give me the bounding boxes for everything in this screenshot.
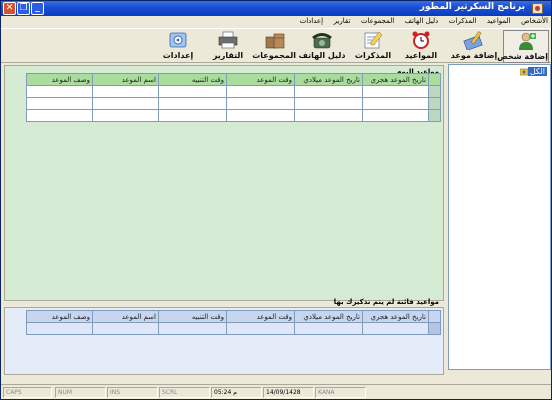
status-scrl: SCRL [159,387,210,398]
column-header-gregorian-date[interactable]: تاريخ الموعد ميلادي [294,73,363,86]
add-appointment-button[interactable]: إضافة موعد [448,30,500,63]
menu-reports[interactable]: تقارير [330,16,355,26]
groups-tree[interactable]: الكل [448,64,551,370]
reports-button[interactable]: التقارير [206,30,250,63]
menu-people[interactable]: الأشخاص [517,16,551,26]
column-header-appointment-time[interactable]: وقت الموعد [226,73,295,86]
settings-label: إعدادات [162,51,194,60]
table-header-row: تاريخ الموعد هجري تاريخ الموعد ميلادي وق… [26,310,441,323]
column-header-alert-time[interactable]: وقت التنبيه [158,310,227,323]
phone-book-label: دليل الهاتف [298,51,346,60]
menu-settings[interactable]: إعدادات [296,16,327,26]
app-window: ✕ ❐ _ برنامج السكرتير المطور الأشخاص الم… [0,0,552,400]
menu-bar: الأشخاص المواعيد المذكرات دليل الهاتف ال… [1,16,551,28]
table-header-row: تاريخ الموعد هجري تاريخ الموعد ميلادي وق… [26,73,441,86]
main-panel: مواعيد اليوم تاريخ الموعد هجري تاريخ الم… [4,65,444,375]
maximize-button[interactable]: ❐ [17,2,30,15]
column-header-appointment-name[interactable]: اسم الموعد [92,310,159,323]
menu-phone-book[interactable]: دليل الهاتف [401,16,443,26]
add-person-label: إضافة شخص [497,52,548,61]
groups-button[interactable]: المجموعات [252,30,296,63]
phone-book-button[interactable]: دليل الهاتف [297,30,347,63]
column-header-alert-time[interactable]: وقت التنبيه [158,73,227,86]
appointments-button[interactable]: المواعيد [401,30,441,63]
row-indicator-header [428,310,441,323]
status-time: 05:24 م [211,387,262,398]
add-appointment-label: إضافة موعد [450,51,498,60]
table-row[interactable] [26,97,441,110]
menu-notes[interactable]: المذكرات [445,16,481,26]
add-person-icon [515,31,537,51]
phone-icon [311,30,333,50]
missed-appointments-frame: مواعيد فائتة لم يتم تذكيرك بها تاريخ الم… [4,298,444,375]
notes-icon [362,30,384,50]
appointments-label: المواعيد [404,51,438,60]
column-header-appointment-time[interactable]: وقت الموعد [226,310,295,323]
printer-icon [217,30,239,50]
status-kana: KANA [315,387,366,398]
notes-button[interactable]: المذكرات [351,30,395,63]
status-caps: CAPS [3,387,52,398]
table-row[interactable] [26,322,441,335]
title-bar[interactable]: ✕ ❐ _ برنامج السكرتير المطور [1,1,551,16]
column-header-gregorian-date[interactable]: تاريخ الموعد ميلادي [294,310,363,323]
reports-label: التقارير [212,51,244,60]
folder-people-icon [520,68,528,76]
window-title: برنامج السكرتير المطور [419,2,525,12]
tree-item-all[interactable]: الكل [527,67,547,76]
close-button[interactable]: ✕ [3,2,16,15]
today-appointments-frame: مواعيد اليوم تاريخ الموعد هجري تاريخ الم… [4,65,444,301]
missed-grid[interactable]: تاريخ الموعد هجري تاريخ الموعد ميلادي وق… [26,310,441,335]
missed-title: مواعيد فائتة لم يتم تذكيرك بها [333,298,439,306]
status-num: NUM [55,387,106,398]
column-header-hijri-date[interactable]: تاريخ الموعد هجري [362,310,429,323]
column-header-appointment-description[interactable]: وصف الموعد [26,73,93,86]
settings-icon [167,30,189,50]
today-grid[interactable]: تاريخ الموعد هجري تاريخ الموعد ميلادي وق… [26,73,441,122]
groups-label: المجموعات [252,51,296,60]
minimize-button[interactable]: _ [31,2,44,15]
alarm-clock-icon [410,30,432,50]
toolbar: إضافة شخص إضافة موعد المواعيد المذكرات د… [1,28,551,63]
table-row[interactable] [26,109,441,122]
groups-icon [264,30,286,50]
menu-groups[interactable]: المجموعات [357,16,398,26]
settings-button[interactable]: إعدادات [156,30,200,63]
status-date: 14/09/1428 [263,387,314,398]
column-header-appointment-name[interactable]: اسم الموعد [92,73,159,86]
add-person-button[interactable]: إضافة شخص [497,30,549,63]
status-bar: CAPS NUM INS SCRL 05:24 م 14/09/1428 KAN… [1,384,551,399]
column-header-appointment-description[interactable]: وصف الموعد [26,310,93,323]
status-ins: INS [107,387,158,398]
table-row[interactable] [26,85,441,98]
notes-label: المذكرات [354,51,392,60]
column-header-hijri-date[interactable]: تاريخ الموعد هجري [362,73,429,86]
app-icon [532,3,543,14]
menu-appointments[interactable]: المواعيد [483,16,515,26]
row-indicator-header [428,73,441,86]
add-appointment-icon [463,30,485,51]
